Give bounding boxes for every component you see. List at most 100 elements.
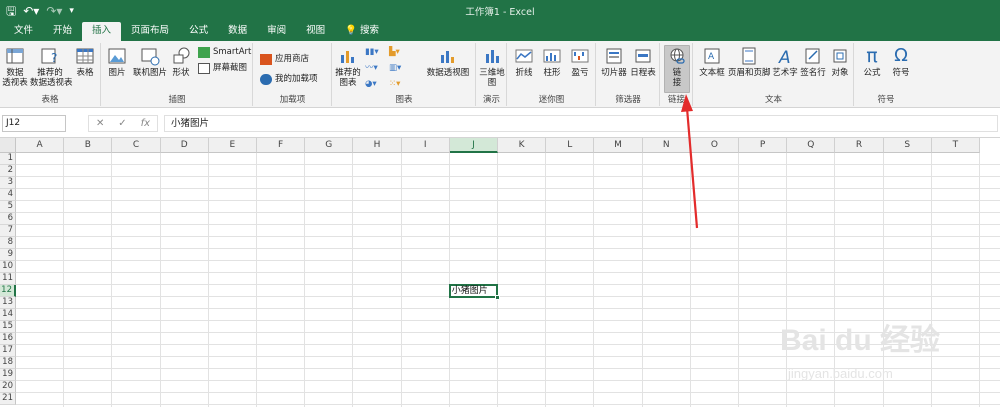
online-picture-button[interactable]: 联机图片	[133, 46, 167, 78]
row-header-10[interactable]: 10	[0, 261, 16, 273]
column-header-m[interactable]: M	[594, 138, 643, 153]
column-header-s[interactable]: S	[883, 138, 932, 153]
column-header-g[interactable]: G	[305, 138, 354, 153]
tab-file[interactable]: 文件	[4, 22, 43, 41]
row-header-19[interactable]: 19	[0, 369, 16, 381]
store-button[interactable]: 应用商店	[260, 54, 309, 65]
sparkline-column-button[interactable]: 柱形	[540, 46, 564, 78]
name-box[interactable]: J12	[2, 115, 66, 132]
column-header-q[interactable]: Q	[787, 138, 836, 153]
statistic-chart-button[interactable]: ▥▾	[389, 63, 401, 74]
group-label-symbols: 符号	[877, 95, 895, 105]
sparkline-line-button[interactable]: 折线	[512, 46, 536, 78]
active-cell-j12[interactable]: 小猪图片	[448, 284, 500, 300]
smartart-button[interactable]: SmartArt	[198, 47, 251, 58]
wordart-button[interactable]: A 艺术字	[772, 46, 798, 78]
object-button[interactable]: 对象	[828, 46, 852, 78]
column-header-l[interactable]: L	[546, 138, 595, 153]
insert-function-icon[interactable]: fx	[141, 118, 150, 129]
column-header-j[interactable]: J	[449, 138, 498, 153]
recommended-charts-icon	[341, 51, 354, 63]
row-header-3[interactable]: 3	[0, 177, 16, 189]
group-tours: 三维地 图 演示	[477, 43, 507, 106]
picture-button[interactable]: 图片	[106, 46, 128, 78]
sparkline-winloss-button[interactable]: 盈亏	[568, 46, 592, 78]
cancel-icon[interactable]: ✕	[96, 118, 104, 129]
row-header-13[interactable]: 13	[0, 297, 16, 309]
header-footer-button[interactable]: 页眉和页脚	[728, 46, 771, 78]
tab-insert[interactable]: 插入	[82, 22, 122, 41]
tab-review[interactable]: 审阅	[257, 22, 296, 41]
row-header-15[interactable]: 15	[0, 321, 16, 333]
row-header-4[interactable]: 4	[0, 189, 16, 201]
my-addins-button[interactable]: 我的加载项	[260, 74, 318, 85]
row-header-8[interactable]: 8	[0, 237, 16, 249]
row-header-9[interactable]: 9	[0, 249, 16, 261]
recommended-charts-button[interactable]: 推荐的 图表	[335, 46, 361, 88]
row-header-7[interactable]: 7	[0, 225, 16, 237]
row-header-18[interactable]: 18	[0, 357, 16, 369]
tab-page-layout[interactable]: 页面布局	[121, 22, 179, 41]
row-header-21[interactable]: 21	[0, 393, 16, 405]
column-header-t[interactable]: T	[931, 138, 980, 153]
column-chart-button[interactable]: ▮▮▾	[365, 47, 379, 58]
column-header-f[interactable]: F	[257, 138, 306, 153]
tab-home[interactable]: 开始	[43, 22, 82, 41]
svg-text:A: A	[778, 48, 791, 66]
tell-me-search[interactable]: 💡 搜索	[335, 22, 389, 41]
column-header-c[interactable]: C	[112, 138, 161, 153]
3d-map-button[interactable]: 三维地 图	[479, 46, 505, 88]
slicer-icon	[606, 48, 622, 64]
tab-formulas[interactable]: 公式	[179, 22, 218, 41]
column-header-h[interactable]: H	[353, 138, 402, 153]
column-header-k[interactable]: K	[498, 138, 547, 153]
ribbon-tabs: 文件 开始 插入 页面布局 公式 数据 审阅 视图 💡 搜索	[0, 22, 1000, 41]
ribbon: 数据 透视表 ? 推荐的 数据透视表 表格 表格 图片 联机图片 形状 Smar…	[0, 41, 1000, 108]
select-all-corner[interactable]	[0, 138, 16, 153]
group-tables: 数据 透视表 ? 推荐的 数据透视表 表格 表格	[0, 43, 101, 106]
row-header-16[interactable]: 16	[0, 333, 16, 345]
row-header-6[interactable]: 6	[0, 213, 16, 225]
hierarchy-chart-button[interactable]: ▙▾	[389, 47, 400, 58]
row-header-11[interactable]: 11	[0, 273, 16, 285]
table-button[interactable]: 表格	[73, 46, 97, 78]
row-header-14[interactable]: 14	[0, 309, 16, 321]
tab-view[interactable]: 视图	[296, 22, 335, 41]
symbol-button[interactable]: Ω 符号	[888, 46, 914, 79]
column-header-n[interactable]: N	[642, 138, 691, 153]
row-header-20[interactable]: 20	[0, 381, 16, 393]
column-header-r[interactable]: R	[835, 138, 884, 153]
textbox-button[interactable]: A 文本框	[698, 46, 726, 78]
fill-handle[interactable]	[494, 295, 500, 300]
column-header-a[interactable]: A	[16, 138, 65, 153]
row-header-5[interactable]: 5	[0, 201, 16, 213]
svg-text:A: A	[708, 52, 715, 62]
enter-icon[interactable]: ✓	[118, 118, 126, 129]
pivot-chart-button[interactable]: 数据透视图	[425, 46, 471, 78]
row-header-12[interactable]: 12	[0, 285, 16, 297]
row-header-1[interactable]: 1	[0, 153, 16, 165]
screenshot-button[interactable]: 屏幕截图	[198, 63, 247, 74]
timeline-button[interactable]: 日程表	[630, 46, 656, 78]
tab-data[interactable]: 数据	[218, 22, 257, 41]
column-header-i[interactable]: I	[401, 138, 450, 153]
shapes-icon	[173, 47, 190, 64]
row-header-17[interactable]: 17	[0, 345, 16, 357]
line-chart-button[interactable]: 〰▾	[365, 63, 378, 74]
pivot-table-button[interactable]: 数据 透视表	[2, 46, 28, 88]
signature-line-button[interactable]: 签名行	[800, 46, 826, 78]
column-header-d[interactable]: D	[160, 138, 209, 153]
equation-button[interactable]: π 公式	[859, 46, 885, 78]
column-header-b[interactable]: B	[64, 138, 113, 153]
column-header-o[interactable]: O	[690, 138, 739, 153]
pie-chart-button[interactable]: ◕▾	[365, 79, 377, 90]
column-header-e[interactable]: E	[208, 138, 257, 153]
formula-input[interactable]: 小猪图片	[164, 115, 998, 132]
hyperlink-button[interactable]: 链 接	[664, 45, 690, 93]
slicer-button[interactable]: 切片器	[601, 46, 627, 78]
shapes-button[interactable]: 形状	[170, 46, 192, 78]
column-header-p[interactable]: P	[739, 138, 788, 153]
row-header-2[interactable]: 2	[0, 165, 16, 177]
recommended-pivot-button[interactable]: ? 推荐的 数据透视表	[30, 46, 73, 88]
scatter-chart-button[interactable]: ⁙▾	[389, 79, 400, 90]
